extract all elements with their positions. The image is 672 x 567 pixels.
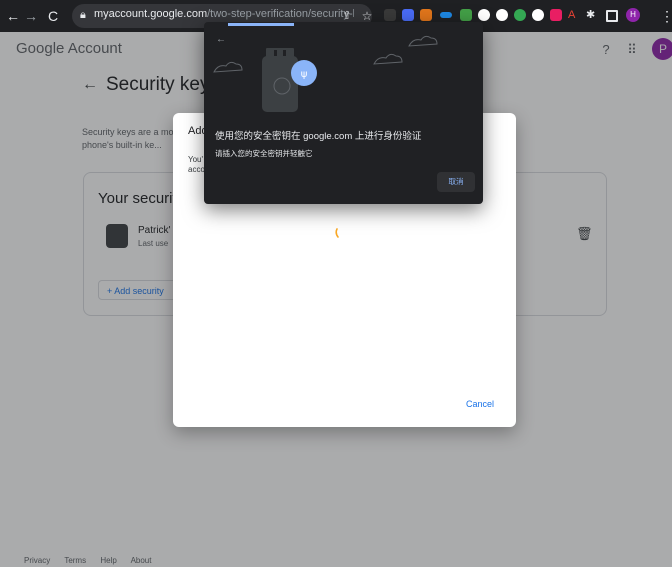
extension-icon[interactable] <box>514 9 526 21</box>
extension-icon[interactable] <box>496 9 508 21</box>
extension-icon[interactable] <box>384 9 396 21</box>
prompt-back-icon[interactable]: ← <box>216 34 226 45</box>
profile-avatar[interactable]: H <box>626 8 640 22</box>
url-path: /two-step-verification/security-k... <box>207 8 354 20</box>
loading-spinner-icon <box>335 228 339 238</box>
forward-icon[interactable]: → <box>22 7 40 25</box>
extension-icon[interactable] <box>532 9 544 21</box>
dialog-cancel-button[interactable]: Cancel <box>458 393 502 415</box>
svg-text:ψ: ψ <box>301 69 308 80</box>
prompt-subtitle: 请插入您的安全密钥并轻触它 <box>215 149 313 158</box>
metamask-icon[interactable] <box>420 9 432 21</box>
menu-icon[interactable]: ⋮ <box>660 7 672 25</box>
extension-icon[interactable] <box>550 9 562 21</box>
prompt-cancel-button[interactable]: 取消 <box>437 172 475 192</box>
extension-icon[interactable] <box>440 12 452 18</box>
sidepanel-icon[interactable] <box>606 10 618 22</box>
extension-icon[interactable] <box>402 9 414 21</box>
extension-icon[interactable] <box>478 9 490 21</box>
prompt-progress-bar <box>228 23 294 26</box>
lock-icon: 🔒︎ <box>80 9 86 21</box>
back-icon[interactable]: ← <box>4 7 22 25</box>
url-host: myaccount.google.com <box>94 8 208 20</box>
extension-icon[interactable] <box>460 9 472 21</box>
extension-icon[interactable]: A <box>568 9 580 21</box>
security-key-illustration: ψ <box>213 35 438 112</box>
reload-icon[interactable]: C <box>44 7 62 25</box>
puzzle-icon[interactable]: ✱ <box>586 9 598 21</box>
prompt-title: 使用您的安全密钥在 google.com 上进行身份验证 <box>215 131 422 142</box>
